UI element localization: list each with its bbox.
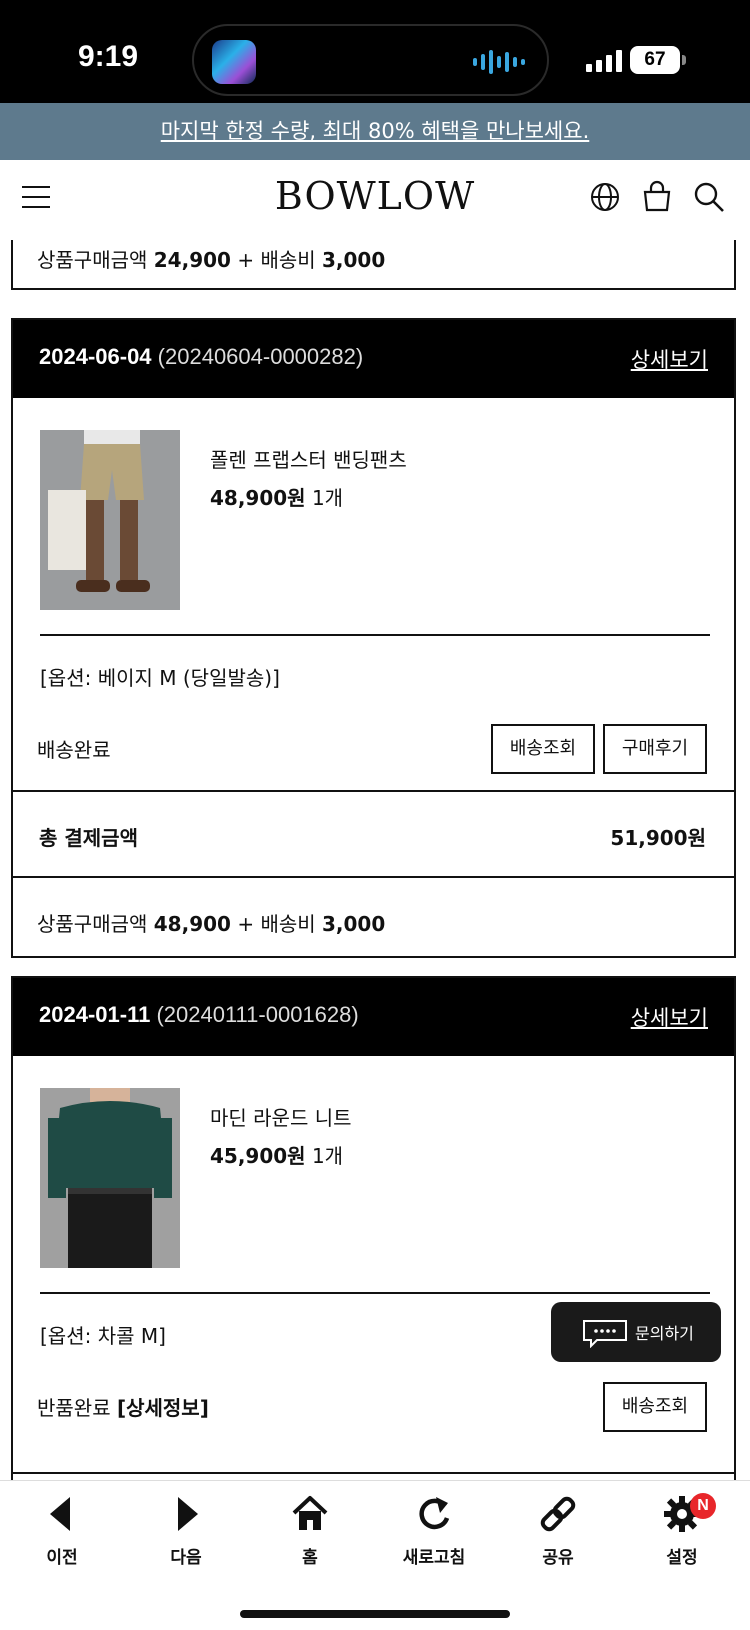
- order-list[interactable]: 상품구매금액 24,900 + 배송비 3,000 2024-06-04 (20…: [0, 240, 750, 1480]
- total-value: 51,900원: [610, 826, 706, 850]
- order-card: 2024-06-04 (20240604-0000282) 상세보기 폴렌 프랩…: [11, 318, 736, 958]
- summary-line: 상품구매금액 24,900 + 배송비 3,000: [37, 248, 386, 272]
- forward-icon: [178, 1497, 198, 1531]
- divider: [40, 634, 710, 636]
- product-name[interactable]: 마딘 라운드 니트: [210, 1102, 352, 1131]
- order-status: 배송완료: [37, 738, 111, 762]
- status-bar: 9:19 67: [0, 0, 750, 103]
- status-time: 9:19: [78, 40, 139, 73]
- cart-icon[interactable]: [640, 180, 674, 214]
- order-date: 2024-06-04 (20240604-0000282): [39, 344, 364, 369]
- search-icon[interactable]: [692, 180, 726, 214]
- order-date: 2024-01-11 (20240111-0001628): [39, 1002, 359, 1027]
- order-summary-partial: 상품구매금액 24,900 + 배송비 3,000: [11, 240, 736, 290]
- promo-text[interactable]: 마지막 한정 수량, 최대 80% 혜택을 만나보세요.: [161, 119, 590, 143]
- share-button[interactable]: 공유: [508, 1493, 608, 1568]
- track-shipment-button[interactable]: 배송조회: [603, 1382, 707, 1432]
- home-indicator[interactable]: [240, 1610, 510, 1618]
- product-price: 48,900원 1개: [210, 486, 344, 510]
- product-price: 45,900원 1개: [210, 1144, 344, 1168]
- order-detail-link[interactable]: 상세보기: [631, 1002, 708, 1032]
- home-button[interactable]: 홈: [260, 1493, 360, 1568]
- chat-bubble-icon: [583, 1320, 627, 1348]
- battery-tip: [682, 55, 686, 65]
- order-detail-link[interactable]: 상세보기: [631, 344, 708, 374]
- signal-icon: [586, 50, 622, 72]
- home-icon: [292, 1496, 328, 1530]
- share-icon: [540, 1496, 576, 1532]
- browser-toolbar: 이전 다음 홈 새로고침 공유 N 설정: [0, 1480, 750, 1630]
- total-label: 총 결제금액: [39, 826, 138, 850]
- site-logo[interactable]: BOWLOW: [0, 174, 750, 218]
- product-option: [옵션: 베이지 M (당일발송)]: [40, 666, 280, 690]
- refresh-icon: [419, 1497, 450, 1530]
- back-icon: [50, 1497, 70, 1531]
- track-shipment-button[interactable]: 배송조회: [491, 724, 595, 774]
- order-card-partial: [11, 1472, 736, 1480]
- order-card: 2024-01-11 (20240111-0001628) 상세보기 마딘 라운…: [11, 976, 736, 1480]
- globe-icon[interactable]: [588, 180, 622, 214]
- forward-button[interactable]: 다음: [136, 1493, 236, 1568]
- status-detail-link[interactable]: [상세정보]: [117, 1396, 209, 1420]
- divider: [40, 1292, 710, 1294]
- back-button[interactable]: 이전: [12, 1493, 112, 1568]
- product-image[interactable]: [40, 1088, 180, 1268]
- product-image[interactable]: [40, 430, 180, 610]
- settings-button[interactable]: N 설정: [632, 1493, 732, 1568]
- refresh-button[interactable]: 새로고침: [384, 1493, 484, 1568]
- order-status: 반품완료 [상세정보]: [37, 1396, 209, 1420]
- product-option: [옵션: 차콜 M]: [40, 1324, 166, 1348]
- site-header: BOWLOW: [0, 160, 750, 240]
- inquiry-button[interactable]: 문의하기: [551, 1302, 721, 1362]
- divider: [13, 876, 734, 878]
- promo-banner[interactable]: 마지막 한정 수량, 최대 80% 혜택을 만나보세요.: [0, 103, 750, 160]
- product-name[interactable]: 폴렌 프랩스터 밴딩팬츠: [210, 444, 407, 473]
- summary-line: 상품구매금액 48,900 + 배송비 3,000: [37, 912, 386, 936]
- write-review-button[interactable]: 구매후기: [603, 724, 707, 774]
- audio-wave-icon: [473, 49, 525, 75]
- order-header: 2024-06-04 (20240604-0000282) 상세보기: [13, 320, 734, 398]
- divider: [13, 790, 734, 792]
- battery-icon: 67: [630, 46, 680, 74]
- notification-badge: N: [690, 1493, 716, 1519]
- order-header: 2024-01-11 (20240111-0001628) 상세보기: [13, 978, 734, 1056]
- inquiry-label: 문의하기: [635, 1324, 694, 1343]
- now-playing-artwork: [212, 40, 256, 84]
- dynamic-island[interactable]: [192, 24, 549, 96]
